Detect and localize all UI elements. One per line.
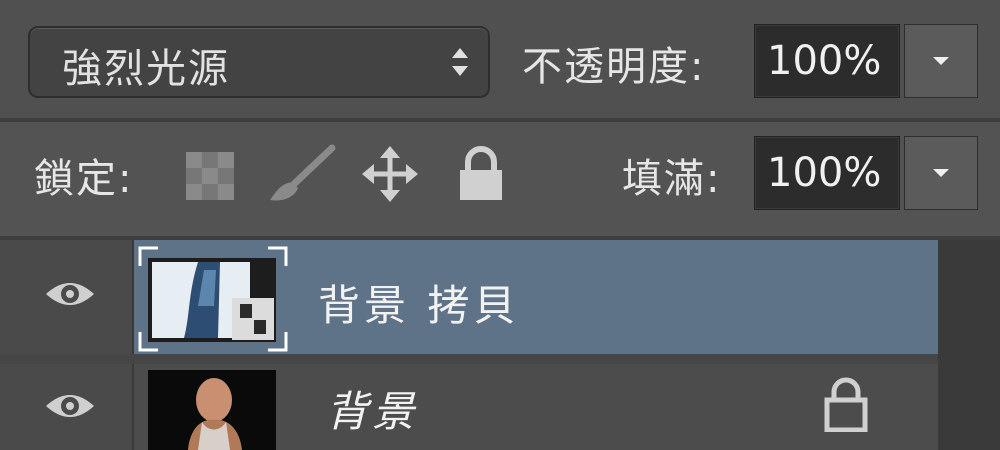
transparency-lock-icon[interactable] — [186, 152, 234, 200]
opacity-input[interactable]: 100% — [754, 24, 900, 98]
layer-name: 背景 — [326, 387, 419, 436]
blend-mode-value: 強烈光源 — [62, 46, 230, 92]
fill-label: 填滿: — [622, 156, 722, 202]
visibility-toggle[interactable] — [0, 240, 134, 354]
fill-input[interactable]: 100% — [754, 136, 900, 210]
eye-icon — [46, 283, 94, 305]
layer-row-background[interactable]: 背景 — [0, 364, 938, 450]
updown-arrows-icon — [452, 48, 468, 76]
visibility-toggle[interactable] — [0, 364, 134, 450]
padlock-icon[interactable] — [458, 146, 504, 202]
layer-thumbnail — [148, 370, 276, 450]
opacity-dropdown-button[interactable] — [904, 24, 978, 98]
lock-label: 鎖定: — [34, 156, 134, 202]
layer-thumbnail — [138, 246, 288, 352]
fill-dropdown-button[interactable] — [904, 136, 978, 210]
move-icon[interactable] — [362, 146, 418, 202]
eye-icon — [46, 395, 94, 417]
fill-value: 100% — [767, 150, 882, 196]
opacity-value: 100% — [767, 38, 882, 84]
layers-list: 背景 拷貝 背景 — [0, 240, 938, 450]
layer-row-background-copy[interactable]: 背景 拷貝 — [0, 240, 938, 354]
opacity-label: 不透明度: — [522, 44, 706, 90]
chevron-down-icon — [933, 169, 949, 177]
brush-icon[interactable] — [266, 144, 336, 206]
blend-opacity-row: 強烈光源 不透明度: 100% — [0, 0, 1000, 118]
chevron-down-icon — [933, 57, 949, 65]
padlock-icon — [824, 377, 868, 432]
lock-fill-row: 鎖定: 填滿: 100% — [0, 122, 1000, 238]
blend-mode-dropdown[interactable]: 強烈光源 — [28, 26, 490, 98]
layer-name: 背景 拷貝 — [318, 281, 520, 330]
scrollbar[interactable] — [938, 240, 1000, 450]
